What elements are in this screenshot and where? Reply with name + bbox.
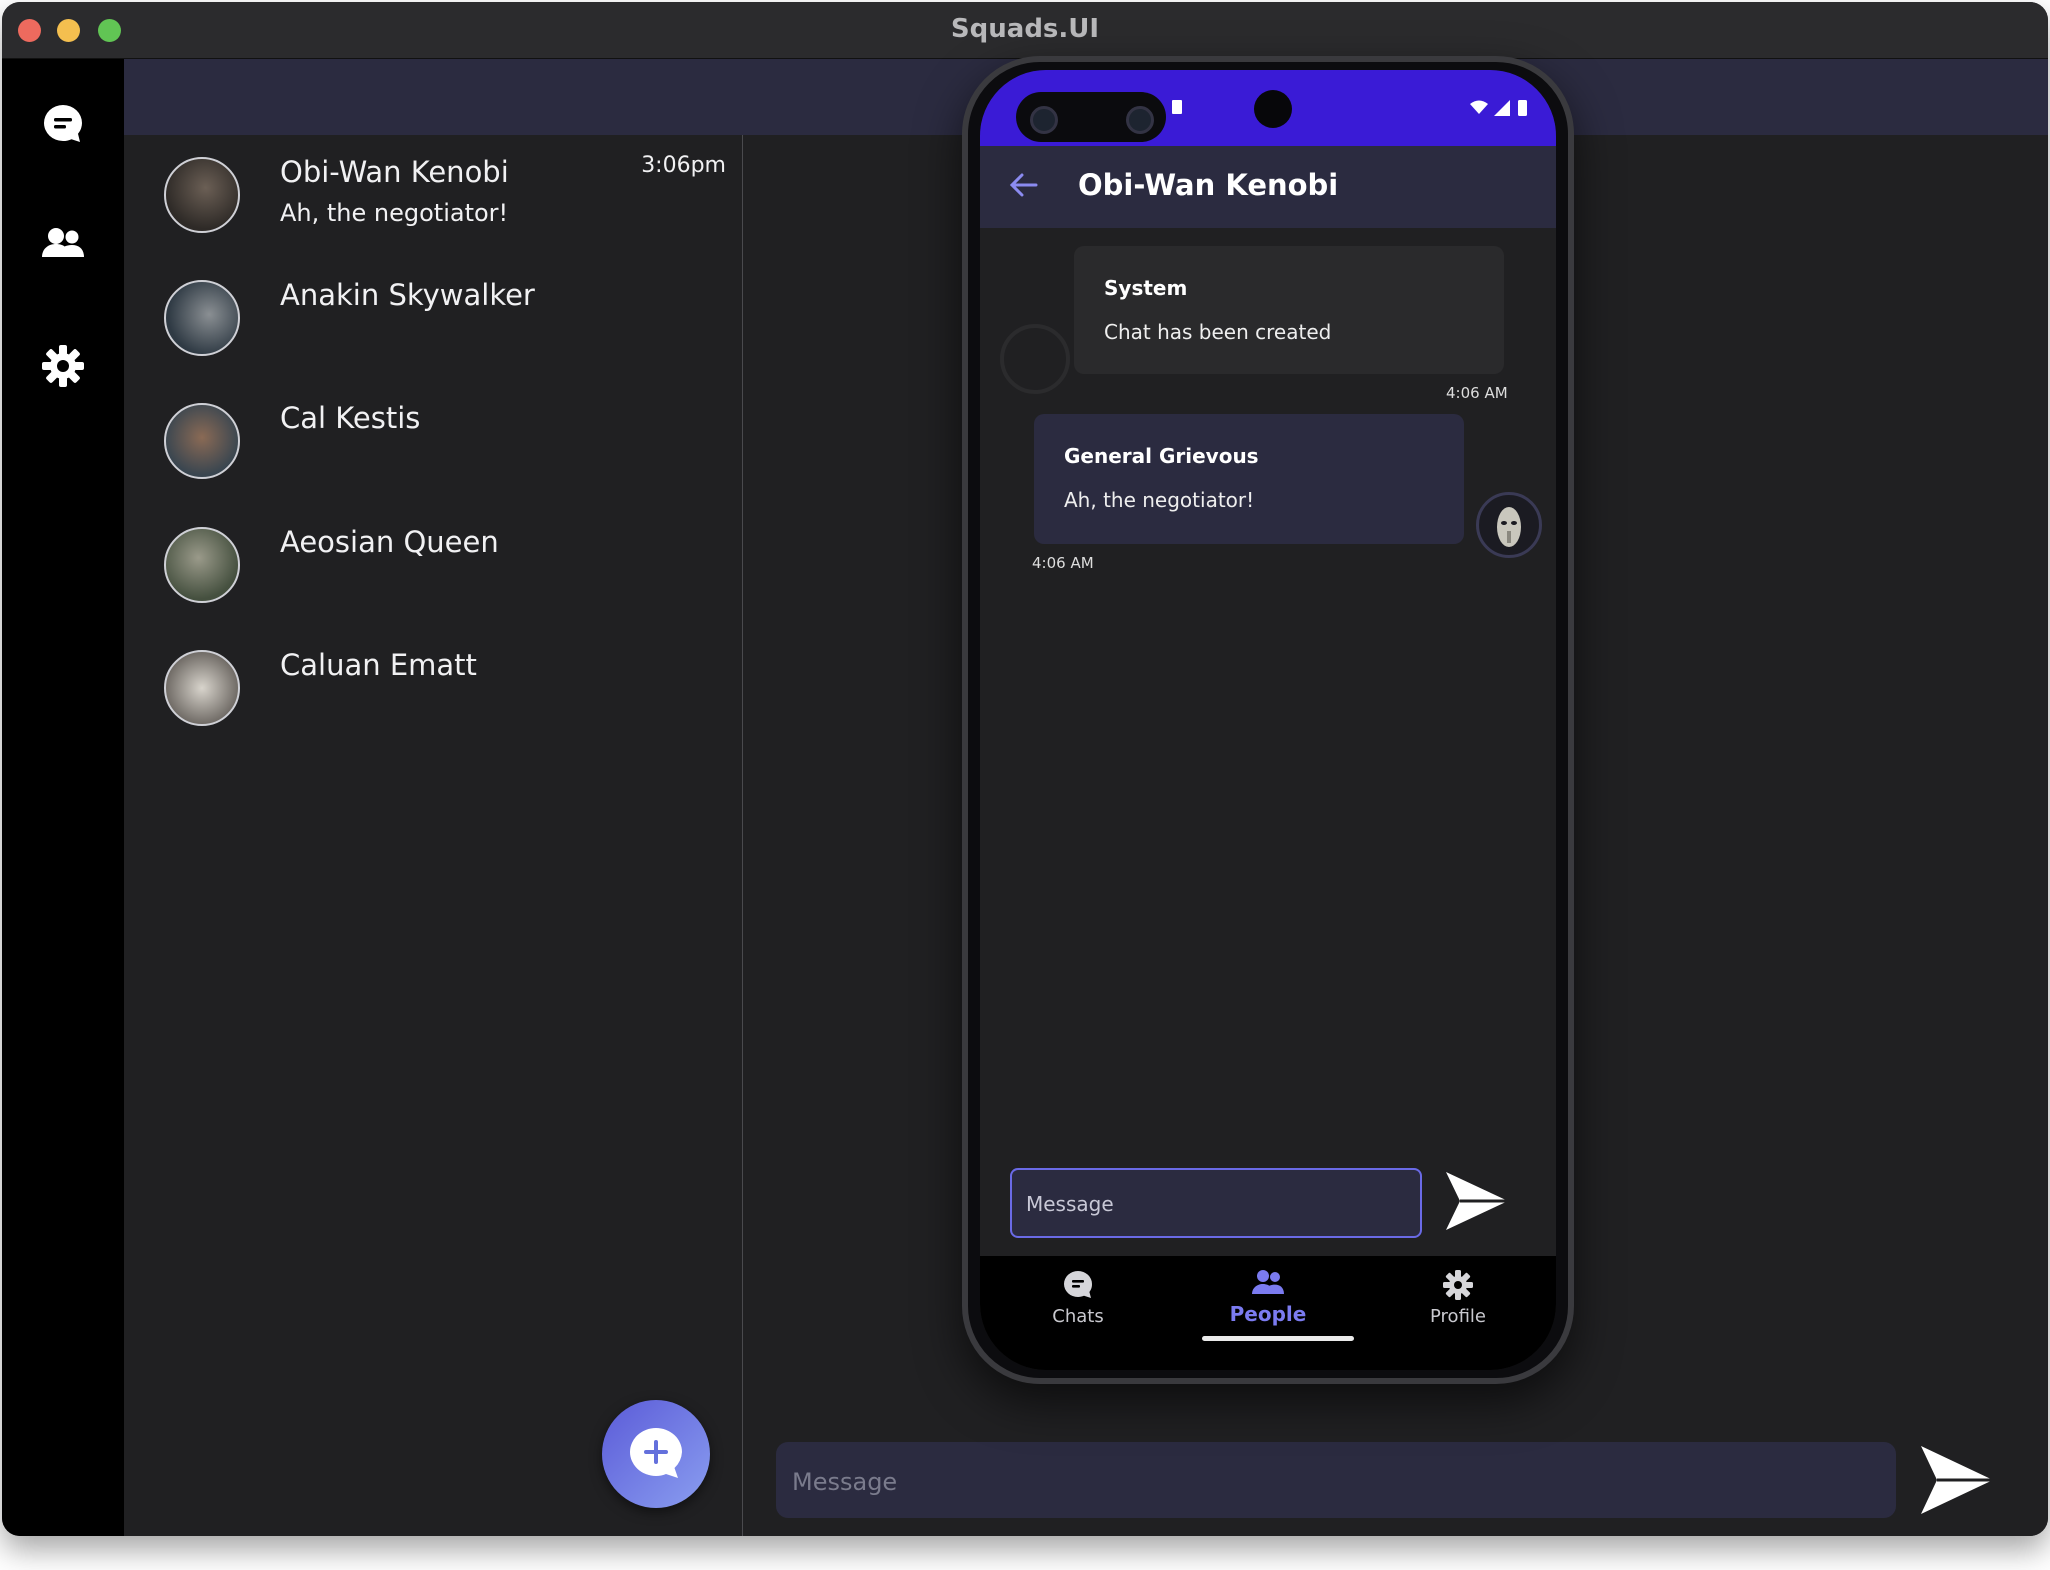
phone-message-placeholder: Message <box>1026 1192 1114 1216</box>
contact-time: 3:06pm <box>641 153 726 178</box>
home-indicator <box>1202 1336 1354 1341</box>
phone-bottom-nav: Chats People Profile <box>980 1256 1556 1370</box>
contact-item-anakin-skywalker[interactable]: Anakin Skywalker <box>124 258 742 378</box>
camera-cutout <box>1016 92 1166 142</box>
avatar <box>164 280 240 356</box>
phone-chat-header: Obi-Wan Kenobi <box>980 146 1556 228</box>
contact-item-caluan-ematt[interactable]: Caluan Ematt <box>124 628 742 748</box>
message-sender: General Grievous <box>1064 444 1259 468</box>
nav-label: People <box>1229 1302 1307 1326</box>
add-chat-icon <box>630 1428 682 1478</box>
message-text: Chat has been created <box>1104 320 1332 344</box>
back-arrow-icon[interactable] <box>1006 168 1040 202</box>
message-placeholder: Message <box>792 1468 898 1496</box>
phone-mockup: Obi-Wan Kenobi System Chat has been crea… <box>962 56 1574 1384</box>
gear-icon <box>1443 1270 1473 1300</box>
phone-screen: Obi-Wan Kenobi System Chat has been crea… <box>980 70 1556 1370</box>
avatar <box>164 650 240 726</box>
nav-label: Chats <box>1052 1306 1104 1327</box>
message-sender: System <box>1104 276 1188 300</box>
contact-list: Obi-Wan Kenobi Ah, the negotiator! 3:06p… <box>124 135 743 1536</box>
contact-last-message: Ah, the negotiator! <box>280 199 509 227</box>
avatar <box>164 403 240 479</box>
message-time: 4:06 AM <box>1032 554 1094 572</box>
people-icon <box>1252 1270 1284 1294</box>
nav-label: Profile <box>1430 1306 1486 1327</box>
phone-status-bar <box>980 70 1556 146</box>
phone-message-input[interactable]: Message <box>1010 1168 1422 1238</box>
phone-send-button[interactable] <box>1442 1166 1512 1236</box>
gear-icon[interactable] <box>38 341 88 391</box>
sim-icon <box>1172 100 1182 114</box>
nav-item-chats[interactable]: Chats <box>1018 1268 1138 1327</box>
avatar <box>164 157 240 233</box>
contact-name: Aeosian Queen <box>280 525 499 559</box>
message-text: Ah, the negotiator! <box>1064 488 1255 512</box>
system-avatar <box>1000 324 1070 394</box>
punch-hole-camera <box>1254 90 1292 128</box>
avatar <box>164 527 240 603</box>
message-time: 4:06 AM <box>1446 384 1508 402</box>
grievous-avatar <box>1476 492 1542 558</box>
contact-name: Cal Kestis <box>280 401 421 435</box>
new-chat-button[interactable] <box>602 1400 710 1508</box>
message-input[interactable]: Message <box>776 1442 1896 1518</box>
window-title: Squads.UI <box>950 14 1100 44</box>
contact-item-obi-wan-kenobi[interactable]: Obi-Wan Kenobi Ah, the negotiator! 3:06p… <box>124 135 742 255</box>
contact-name: Obi-Wan Kenobi <box>280 155 509 189</box>
people-icon[interactable] <box>38 219 88 269</box>
phone-side-button <box>1568 540 1571 616</box>
nav-item-people[interactable]: People <box>1208 1268 1328 1326</box>
contact-item-cal-kestis[interactable]: Cal Kestis <box>124 381 742 501</box>
phone-chat-title: Obi-Wan Kenobi <box>1078 168 1339 202</box>
message-bubble-grievous: General Grievous Ah, the negotiator! <box>1034 414 1464 544</box>
contact-item-aeosian-queen[interactable]: Aeosian Queen <box>124 505 742 625</box>
chat-bubble-icon <box>1064 1271 1093 1298</box>
contact-name: Caluan Ematt <box>280 648 477 682</box>
contact-name: Anakin Skywalker <box>280 278 535 312</box>
phone-side-button <box>1568 330 1571 490</box>
status-icons <box>1470 100 1527 116</box>
nav-rail <box>2 59 124 1536</box>
title-bar: Squads.UI <box>2 2 2048 59</box>
chat-icon[interactable] <box>38 99 88 149</box>
send-button[interactable] <box>1917 1442 1997 1518</box>
message-bubble-system: System Chat has been created <box>1074 246 1504 374</box>
nav-item-profile[interactable]: Profile <box>1398 1268 1518 1327</box>
